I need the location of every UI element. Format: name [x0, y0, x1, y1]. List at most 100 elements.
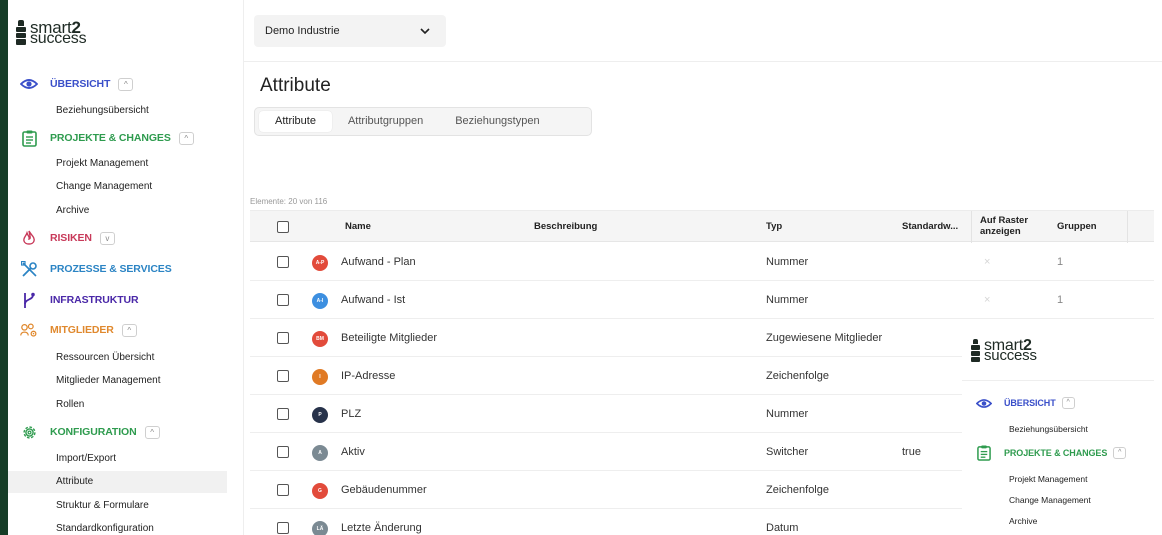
brand-logo[interactable]: smart2 success	[16, 19, 87, 47]
tab-attribute[interactable]: Attribute	[259, 111, 332, 132]
column-header-name[interactable]: Name	[345, 211, 371, 243]
attribute-avatar: A	[312, 445, 328, 461]
sidebar-section-projekte[interactable]: PROJEKTE & CHANGES ^	[20, 129, 194, 147]
sidebar-section-label: INFRASTRUKTUR	[50, 294, 139, 306]
column-header-auf-raster[interactable]: Auf Raster anzeigen	[980, 211, 1028, 243]
overlay-section-uebersicht[interactable]: ÜBERSICHT ^	[976, 395, 1075, 411]
flame-icon	[20, 229, 38, 247]
divider	[962, 380, 1154, 381]
sidebar-section-risiken[interactable]: RISIKEN v	[20, 229, 115, 247]
attribute-avatar: G	[312, 483, 328, 499]
sidebar-section-uebersicht[interactable]: ÜBERSICHT ^	[20, 75, 134, 93]
expand-toggle[interactable]: v	[99, 231, 115, 245]
sidebar-item-change-management[interactable]: Change Management	[56, 181, 152, 192]
sidebar-section-konfiguration[interactable]: KONFIGURATION ^	[20, 423, 160, 441]
sidebar-item-projekt-management[interactable]: Projekt Management	[56, 158, 148, 169]
row-name[interactable]: PLZ	[341, 395, 361, 433]
row-name[interactable]: Aufwand - Plan	[341, 243, 416, 281]
sidebar-item-archive[interactable]: Archive	[56, 205, 89, 216]
row-name[interactable]: Gebäudenummer	[341, 471, 427, 509]
row-name[interactable]: Letzte Änderung	[341, 509, 422, 535]
row-typ: Datum	[766, 522, 799, 534]
users-gear-icon	[20, 321, 38, 339]
column-header-line: Auf Raster	[980, 215, 1029, 226]
sidebar-section-mitglieder[interactable]: MITGLIEDER ^	[20, 321, 137, 339]
collapse-toggle[interactable]: ^	[118, 77, 134, 91]
overlay-section-label: PROJEKTE & CHANGES	[1004, 448, 1108, 458]
row-name[interactable]: Beteiligte Mitglieder	[341, 319, 437, 357]
brand-line2: success	[30, 29, 87, 47]
sidebar-item-rollen[interactable]: Rollen	[56, 399, 84, 410]
table-row[interactable]: A-P Aufwand - Plan Nummer × 1	[250, 243, 1154, 281]
row-checkbox[interactable]	[277, 522, 289, 534]
select-all-checkbox[interactable]	[277, 221, 289, 233]
tab-attributgruppen[interactable]: Attributgruppen	[332, 111, 439, 132]
sidebar: smart2 success ÜBERSICHT ^ Beziehungsübe…	[8, 0, 244, 535]
sidebar-item-mitglieder-management[interactable]: Mitglieder Management	[56, 375, 161, 386]
collapse-toggle[interactable]: ^	[144, 425, 160, 439]
close-icon: ×	[984, 256, 991, 268]
row-checkbox[interactable]	[277, 484, 289, 496]
brand-line2: success	[984, 346, 1037, 364]
sidebar-section-prozesse[interactable]: PROZESSE & SERVICES	[20, 260, 172, 278]
tab-beziehungstypen[interactable]: Beziehungstypen	[439, 111, 555, 132]
chevron-down-icon	[420, 15, 430, 48]
collapse-toggle[interactable]: ^	[178, 131, 194, 145]
column-header-gruppen[interactable]: Gruppen	[1057, 211, 1097, 243]
sidebar-section-label: PROJEKTE & CHANGES	[50, 132, 171, 144]
sidebar-item-beziehungsuebersicht[interactable]: Beziehungsübersicht	[56, 105, 149, 116]
attribute-avatar: A-I	[312, 293, 328, 309]
clipboard-icon	[976, 445, 992, 461]
row-checkbox[interactable]	[277, 446, 289, 458]
row-name[interactable]: IP-Adresse	[341, 357, 395, 395]
row-checkbox[interactable]	[277, 256, 289, 268]
organization-select-value: Demo Industrie	[265, 25, 340, 37]
clipboard-icon	[20, 129, 38, 147]
close-icon: ×	[984, 294, 991, 306]
sidebar-item-ressourcen-uebersicht[interactable]: Ressourcen Übersicht	[56, 352, 154, 363]
element-count: Elemente: 20 von 116	[250, 197, 328, 206]
tab-bar: Attribute Attributgruppen Beziehungstype…	[254, 107, 592, 136]
sidebar-item-attribute[interactable]: Attribute	[8, 471, 227, 493]
column-header-typ[interactable]: Typ	[766, 211, 782, 243]
sidebar-preview-overlay: smart2 success ÜBERSICHT ^ Beziehungsübe…	[962, 325, 1154, 535]
top-bar: Demo Industrie	[244, 0, 1162, 62]
collapse-toggle[interactable]: ^	[1113, 447, 1127, 459]
collapse-toggle[interactable]: ^	[1061, 397, 1075, 409]
row-name[interactable]: Aufwand - Ist	[341, 281, 405, 319]
overlay-section-projekte[interactable]: PROJEKTE & CHANGES ^	[976, 445, 1127, 461]
row-checkbox[interactable]	[277, 370, 289, 382]
sidebar-item-struktur-formulare[interactable]: Struktur & Formulare	[56, 500, 149, 511]
row-typ: Nummer	[766, 256, 809, 268]
sidebar-item-import-export[interactable]: Import/Export	[56, 453, 116, 464]
eye-icon	[20, 75, 38, 93]
row-typ: Zugewiesene Mitglieder	[766, 332, 883, 344]
row-typ: Zeichenfolge	[766, 370, 829, 382]
attribute-avatar: BM	[312, 331, 328, 347]
column-header-standardwert[interactable]: Standardw...	[902, 211, 958, 243]
sidebar-section-infrastruktur[interactable]: INFRASTRUKTUR	[20, 291, 139, 309]
overlay-item-change-management[interactable]: Change Management	[1009, 495, 1091, 505]
row-typ: Nummer	[766, 294, 809, 306]
sidebar-section-label: RISIKEN	[50, 232, 92, 244]
column-header-beschreibung[interactable]: Beschreibung	[534, 211, 597, 243]
overlay-item-archive[interactable]: Archive	[1009, 516, 1037, 526]
row-standardwert: true	[902, 446, 921, 458]
tools-icon	[20, 260, 38, 278]
row-checkbox[interactable]	[277, 332, 289, 344]
page-title: Attribute	[260, 75, 331, 96]
attribute-avatar: P	[312, 407, 328, 423]
overlay-item-beziehungsuebersicht[interactable]: Beziehungsübersicht	[1009, 424, 1088, 434]
collapse-toggle[interactable]: ^	[121, 323, 137, 337]
row-checkbox[interactable]	[277, 294, 289, 306]
attribute-avatar: LÄ	[312, 521, 328, 535]
row-name[interactable]: Aktiv	[341, 433, 365, 471]
column-divider[interactable]	[971, 211, 972, 243]
row-gruppen: 1	[1057, 256, 1064, 268]
overlay-item-projekt-management[interactable]: Projekt Management	[1009, 474, 1087, 484]
table-row[interactable]: A-I Aufwand - Ist Nummer × 1	[250, 281, 1154, 319]
row-checkbox[interactable]	[277, 408, 289, 420]
sidebar-item-standardkonfiguration[interactable]: Standardkonfiguration	[56, 523, 154, 534]
column-divider[interactable]	[1127, 211, 1128, 243]
organization-select[interactable]: Demo Industrie	[254, 15, 446, 47]
